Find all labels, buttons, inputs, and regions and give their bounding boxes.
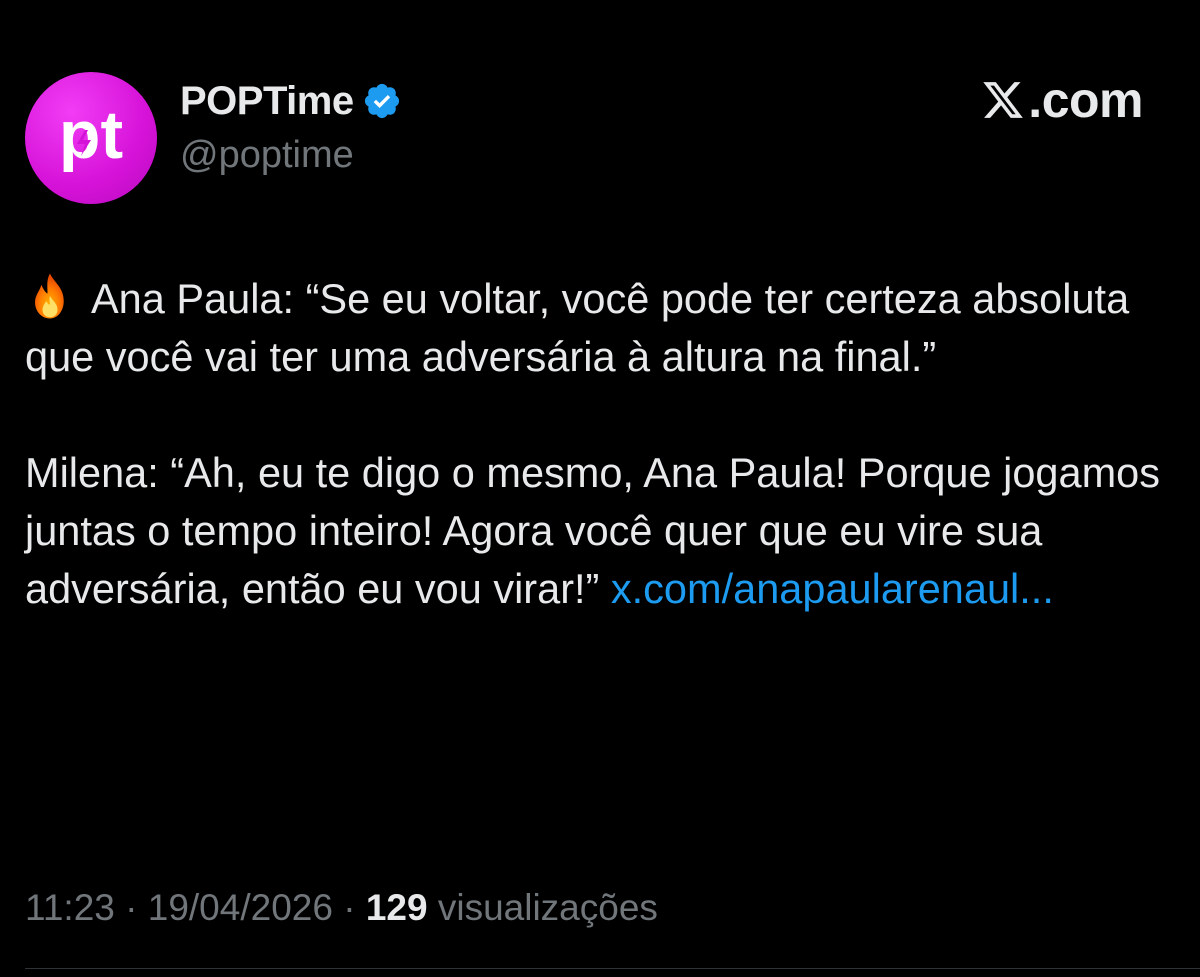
divider [25, 968, 1200, 969]
tweet-paragraph-2: Milena: “Ah, eu te digo o mesmo, Ana Pau… [25, 444, 1175, 618]
tweet-header: pt POPTime @poptime .com [25, 72, 1175, 204]
x-logo-icon [983, 82, 1024, 118]
tweet-paragraph-1: Ana Paula: “Se eu voltar, você pode ter … [25, 270, 1175, 386]
name-row: POPTime [180, 76, 402, 126]
tweet-link[interactable]: x.com/anapaularenaul... [611, 565, 1054, 612]
meta-separator: · [343, 887, 356, 928]
tweet-meta: 11:23 · 19/04/2026 · 129 visualizações [25, 882, 658, 934]
tweet-time[interactable]: 11:23 [25, 887, 115, 928]
brand-label: .com [1028, 72, 1143, 128]
tweet-text: Ana Paula: “Se eu voltar, você pode ter … [25, 270, 1175, 618]
fire-emoji-icon [35, 273, 64, 319]
tweet-paragraph-1-text: Ana Paula: “Se eu voltar, você pode ter … [25, 275, 1130, 380]
verified-badge-icon [364, 83, 399, 119]
avatar-text: pt [59, 97, 123, 173]
avatar[interactable]: pt [25, 72, 157, 204]
views-count[interactable]: 129 [366, 887, 428, 928]
tweet-date[interactable]: 19/04/2026 [148, 887, 333, 928]
meta-separator: · [125, 887, 138, 928]
display-name[interactable]: POPTime [180, 79, 354, 124]
views-label: visualizações [437, 887, 658, 928]
author-identity: POPTime @poptime [180, 76, 402, 177]
brand-watermark: .com [980, 72, 1143, 128]
author-handle[interactable]: @poptime [180, 134, 402, 177]
avatar-logo-icon: pt [59, 97, 123, 173]
